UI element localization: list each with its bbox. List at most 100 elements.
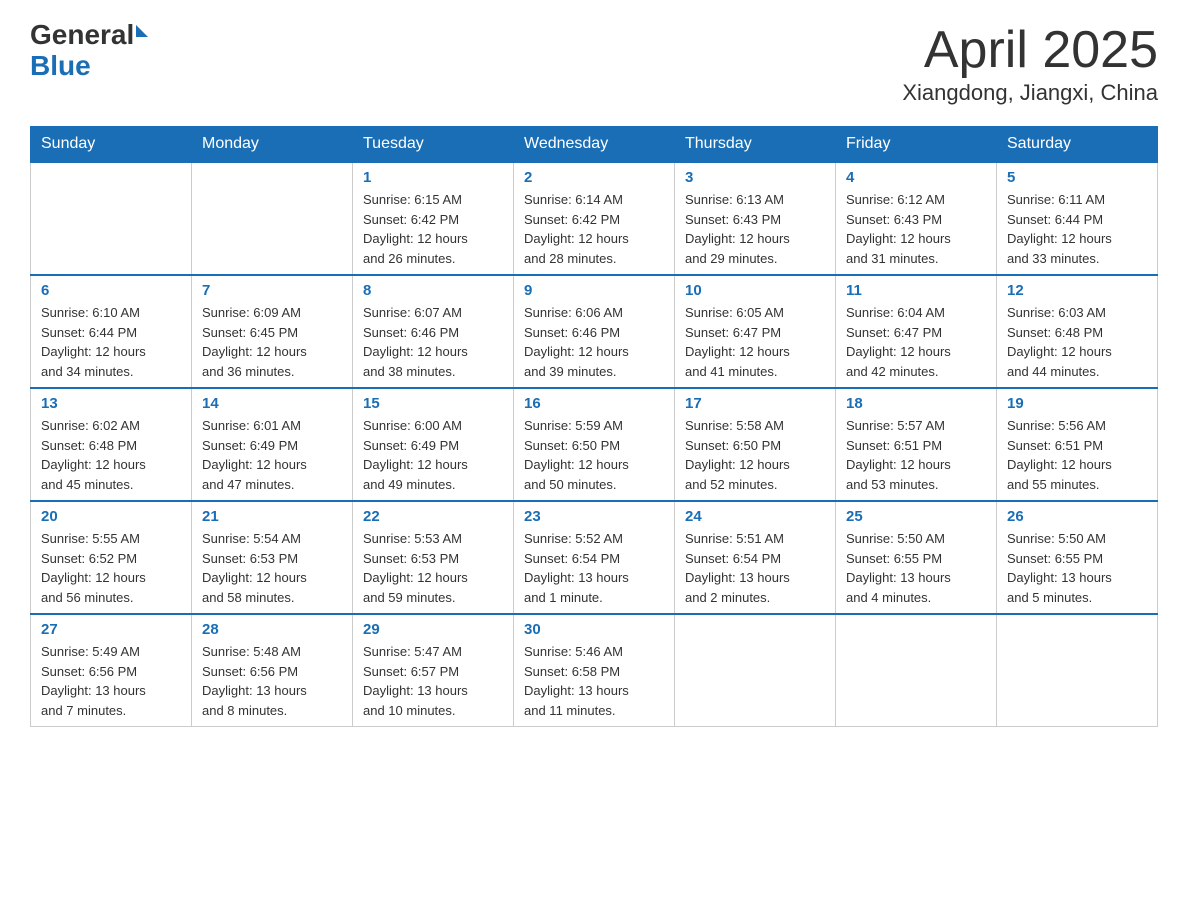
weekday-header-saturday: Saturday: [997, 127, 1158, 163]
logo-blue-text: Blue: [30, 50, 91, 81]
calendar-cell: 26 Sunrise: 5:50 AMSunset: 6:55 PMDayligh…: [997, 501, 1158, 614]
week-row-5: 27 Sunrise: 5:49 AMSunset: 6:56 PMDayligh…: [31, 614, 1158, 727]
day-info: Sunrise: 5:54 AMSunset: 6:53 PMDaylight:…: [202, 529, 342, 607]
day-number: 23: [524, 508, 664, 525]
day-info: Sunrise: 6:12 AMSunset: 6:43 PMDaylight:…: [846, 190, 986, 268]
day-info: Sunrise: 5:57 AMSunset: 6:51 PMDaylight:…: [846, 416, 986, 494]
calendar-cell: [192, 162, 353, 275]
weekday-header-row: SundayMondayTuesdayWednesdayThursdayFrid…: [31, 127, 1158, 163]
calendar-cell: 9 Sunrise: 6:06 AMSunset: 6:46 PMDaylight…: [514, 275, 675, 388]
week-row-3: 13Sunrise: 6:02 AMSunset: 6:48 PMDayligh…: [31, 388, 1158, 501]
day-info: Sunrise: 5:55 AMSunset: 6:52 PMDaylight:…: [41, 529, 181, 607]
calendar-cell: 28Sunrise: 5:48 AMSunset: 6:56 PMDayligh…: [192, 614, 353, 727]
calendar-cell: 23 Sunrise: 5:52 AMSunset: 6:54 PMDayligh…: [514, 501, 675, 614]
calendar-cell: 8 Sunrise: 6:07 AMSunset: 6:46 PMDaylight…: [353, 275, 514, 388]
day-info: Sunrise: 6:15 AMSunset: 6:42 PMDaylight:…: [363, 190, 503, 268]
day-number: 2: [524, 169, 664, 186]
day-info: Sunrise: 6:14 AMSunset: 6:42 PMDaylight:…: [524, 190, 664, 268]
day-number: 25: [846, 508, 986, 525]
day-info: Sunrise: 5:58 AMSunset: 6:50 PMDaylight:…: [685, 416, 825, 494]
day-number: 3: [685, 169, 825, 186]
day-number: 21: [202, 508, 342, 525]
day-number: 30: [524, 621, 664, 638]
day-info: Sunrise: 6:00 AMSunset: 6:49 PMDaylight:…: [363, 416, 503, 494]
day-info: Sunrise: 6:06 AMSunset: 6:46 PMDaylight:…: [524, 303, 664, 381]
logo[interactable]: General Blue: [30, 20, 148, 82]
day-info: Sunrise: 5:59 AMSunset: 6:50 PMDaylight:…: [524, 416, 664, 494]
day-info: Sunrise: 5:49 AMSunset: 6:56 PMDaylight:…: [41, 642, 181, 720]
day-number: 14: [202, 395, 342, 412]
day-info: Sunrise: 5:56 AMSunset: 6:51 PMDaylight:…: [1007, 416, 1147, 494]
calendar-cell: 16 Sunrise: 5:59 AMSunset: 6:50 PMDayligh…: [514, 388, 675, 501]
day-number: 27: [41, 621, 181, 638]
day-number: 12: [1007, 282, 1147, 299]
day-number: 16: [524, 395, 664, 412]
calendar-cell: 2 Sunrise: 6:14 AMSunset: 6:42 PMDaylight…: [514, 162, 675, 275]
calendar-cell: 3 Sunrise: 6:13 AMSunset: 6:43 PMDaylight…: [675, 162, 836, 275]
calendar-cell: 6 Sunrise: 6:10 AMSunset: 6:44 PMDaylight…: [31, 275, 192, 388]
day-number: 15: [363, 395, 503, 412]
title-section: April 2025 Xiangdong, Jiangxi, China: [902, 20, 1158, 106]
page-header: General Blue April 2025 Xiangdong, Jiang…: [30, 20, 1158, 106]
day-info: Sunrise: 6:04 AMSunset: 6:47 PMDaylight:…: [846, 303, 986, 381]
day-number: 7: [202, 282, 342, 299]
calendar-cell: 14 Sunrise: 6:01 AMSunset: 6:49 PMDayligh…: [192, 388, 353, 501]
day-number: 17: [685, 395, 825, 412]
calendar-cell: 17 Sunrise: 5:58 AMSunset: 6:50 PMDayligh…: [675, 388, 836, 501]
day-number: 9: [524, 282, 664, 299]
day-info: Sunrise: 6:05 AMSunset: 6:47 PMDaylight:…: [685, 303, 825, 381]
day-number: 26: [1007, 508, 1147, 525]
calendar-cell: 20 Sunrise: 5:55 AMSunset: 6:52 PMDayligh…: [31, 501, 192, 614]
day-number: 29: [363, 621, 503, 638]
day-info: Sunrise: 6:09 AMSunset: 6:45 PMDaylight:…: [202, 303, 342, 381]
calendar-cell: 21 Sunrise: 5:54 AMSunset: 6:53 PMDayligh…: [192, 501, 353, 614]
calendar-cell: 18Sunrise: 5:57 AMSunset: 6:51 PMDayligh…: [836, 388, 997, 501]
day-number: 13: [41, 395, 181, 412]
weekday-header-thursday: Thursday: [675, 127, 836, 163]
day-info: Sunrise: 5:53 AMSunset: 6:53 PMDaylight:…: [363, 529, 503, 607]
day-info: Sunrise: 6:10 AMSunset: 6:44 PMDaylight:…: [41, 303, 181, 381]
logo-triangle-icon: [136, 25, 148, 37]
calendar-subtitle: Xiangdong, Jiangxi, China: [902, 80, 1158, 106]
calendar-cell: 13Sunrise: 6:02 AMSunset: 6:48 PMDayligh…: [31, 388, 192, 501]
day-info: Sunrise: 6:03 AMSunset: 6:48 PMDaylight:…: [1007, 303, 1147, 381]
week-row-1: 1Sunrise: 6:15 AMSunset: 6:42 PMDaylight…: [31, 162, 1158, 275]
calendar-cell: 29 Sunrise: 5:47 AMSunset: 6:57 PMDayligh…: [353, 614, 514, 727]
weekday-header-monday: Monday: [192, 127, 353, 163]
day-info: Sunrise: 5:50 AMSunset: 6:55 PMDaylight:…: [1007, 529, 1147, 607]
day-info: Sunrise: 5:50 AMSunset: 6:55 PMDaylight:…: [846, 529, 986, 607]
day-info: Sunrise: 5:47 AMSunset: 6:57 PMDaylight:…: [363, 642, 503, 720]
weekday-header-sunday: Sunday: [31, 127, 192, 163]
day-number: 5: [1007, 169, 1147, 186]
calendar-cell: [836, 614, 997, 727]
calendar-title: April 2025: [902, 20, 1158, 80]
day-number: 24: [685, 508, 825, 525]
day-number: 6: [41, 282, 181, 299]
calendar-cell: 10 Sunrise: 6:05 AMSunset: 6:47 PMDayligh…: [675, 275, 836, 388]
day-info: Sunrise: 5:51 AMSunset: 6:54 PMDaylight:…: [685, 529, 825, 607]
day-number: 11: [846, 282, 986, 299]
day-info: Sunrise: 5:52 AMSunset: 6:54 PMDaylight:…: [524, 529, 664, 607]
calendar-cell: [675, 614, 836, 727]
day-number: 20: [41, 508, 181, 525]
day-info: Sunrise: 6:01 AMSunset: 6:49 PMDaylight:…: [202, 416, 342, 494]
day-number: 22: [363, 508, 503, 525]
day-number: 8: [363, 282, 503, 299]
calendar-cell: 12 Sunrise: 6:03 AMSunset: 6:48 PMDayligh…: [997, 275, 1158, 388]
day-info: Sunrise: 6:07 AMSunset: 6:46 PMDaylight:…: [363, 303, 503, 381]
calendar-cell: 22 Sunrise: 5:53 AMSunset: 6:53 PMDayligh…: [353, 501, 514, 614]
week-row-4: 20 Sunrise: 5:55 AMSunset: 6:52 PMDayligh…: [31, 501, 1158, 614]
calendar-cell: 19 Sunrise: 5:56 AMSunset: 6:51 PMDayligh…: [997, 388, 1158, 501]
weekday-header-tuesday: Tuesday: [353, 127, 514, 163]
calendar-cell: 30Sunrise: 5:46 AMSunset: 6:58 PMDayligh…: [514, 614, 675, 727]
day-info: Sunrise: 6:11 AMSunset: 6:44 PMDaylight:…: [1007, 190, 1147, 268]
calendar-table: SundayMondayTuesdayWednesdayThursdayFrid…: [30, 126, 1158, 727]
logo-general-text: General: [30, 20, 134, 51]
calendar-cell: 25 Sunrise: 5:50 AMSunset: 6:55 PMDayligh…: [836, 501, 997, 614]
calendar-cell: 15 Sunrise: 6:00 AMSunset: 6:49 PMDayligh…: [353, 388, 514, 501]
week-row-2: 6 Sunrise: 6:10 AMSunset: 6:44 PMDaylight…: [31, 275, 1158, 388]
day-number: 10: [685, 282, 825, 299]
day-number: 19: [1007, 395, 1147, 412]
day-info: Sunrise: 6:13 AMSunset: 6:43 PMDaylight:…: [685, 190, 825, 268]
weekday-header-wednesday: Wednesday: [514, 127, 675, 163]
